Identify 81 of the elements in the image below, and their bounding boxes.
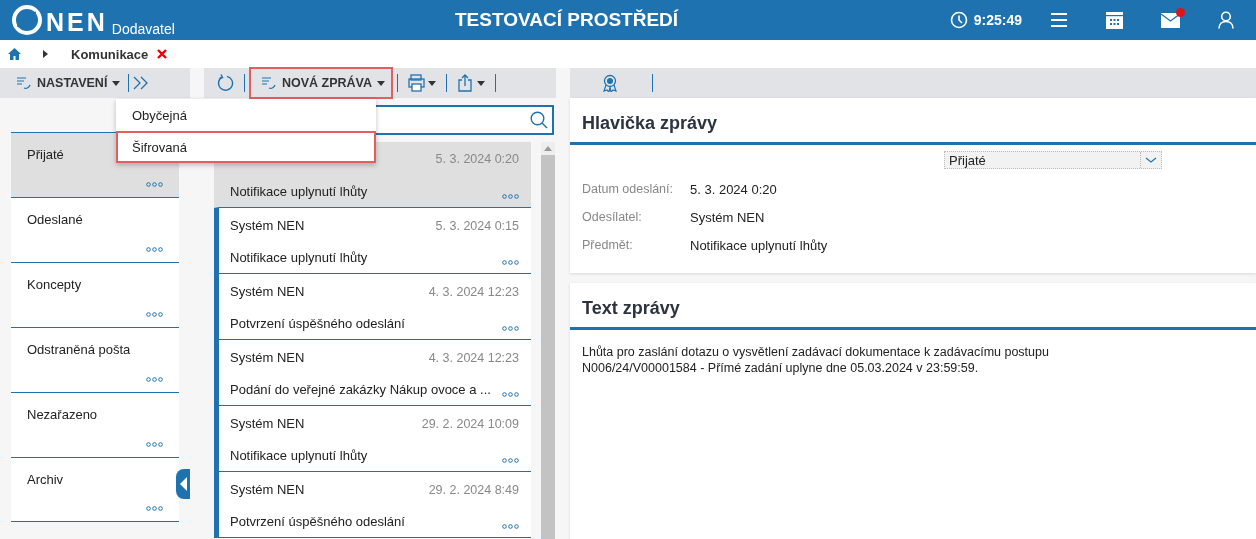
message-date: 5. 3. 2024 0:15	[435, 218, 519, 233]
message-subject: Notifikace uplynutí lhůty	[230, 184, 368, 199]
collapse-handle[interactable]	[176, 469, 190, 499]
more-icon[interactable]	[146, 377, 163, 382]
logo-icon	[12, 5, 42, 35]
folder-item[interactable]: Odeslané	[11, 197, 179, 262]
message-subject: Potvrzení úspěšného odeslání	[230, 316, 405, 331]
section-title: Text zprávy	[570, 283, 1256, 330]
logo-subtitle: Dodavatel	[111, 21, 175, 37]
more-icon[interactable]	[502, 524, 519, 529]
message-sender: Systém NEN	[230, 284, 305, 299]
search-icon[interactable]	[530, 111, 548, 129]
more-icon[interactable]	[146, 312, 163, 317]
message-item[interactable]: Systém NEN 29. 2. 2024 8:49 Potvrzení úspěšného odeslání	[214, 472, 531, 538]
section-title: Hlavička zprávy	[570, 98, 1256, 145]
refresh-icon[interactable]	[216, 74, 234, 92]
message-subject: Potvrzení úspěšného odeslání	[230, 514, 405, 529]
field-value: Systém NEN	[690, 209, 765, 225]
message-item[interactable]: Systém NEN 4. 3. 2024 12:23 Potvrzení úspěšného odeslání	[214, 274, 531, 340]
clock-icon	[949, 11, 968, 29]
close-icon[interactable]	[157, 49, 168, 59]
more-icon[interactable]	[502, 194, 519, 199]
field-label: Odesílatel:	[582, 210, 643, 224]
folder-item[interactable]: Koncepty	[11, 262, 179, 327]
message-body: Lhůta pro zaslání dotazu o vysvětlení zadávací dokumentace k zadávacímu postupu N006/24/V00001584 - Přímé zadání uplyne dne 05.03.2024 v 23:59:59.	[581, 344, 1050, 377]
more-icon[interactable]	[146, 182, 163, 187]
home-icon[interactable]	[8, 48, 21, 60]
scrollbar[interactable]	[541, 142, 555, 539]
message-date: 4. 3. 2024 12:23	[428, 284, 519, 299]
field-label: Datum odeslání:	[582, 182, 675, 196]
folder-item[interactable]: Nezařazeno	[11, 392, 179, 457]
more-icon[interactable]	[502, 260, 519, 265]
message-sender: Systém NEN	[230, 350, 305, 365]
message-item[interactable]: Systém NEN 29. 2. 2024 10:09 Notifikace uplynutí lhůty	[214, 406, 531, 472]
more-icon[interactable]	[502, 392, 519, 397]
scroll-up-icon[interactable]	[544, 146, 552, 151]
more-icon[interactable]	[502, 326, 519, 331]
message-sender: Systém NEN	[230, 482, 305, 497]
logo-text: NEN	[46, 7, 108, 37]
message-sender: Systém NEN	[230, 416, 305, 431]
more-icon[interactable]	[146, 442, 163, 447]
breadcrumb-item[interactable]: Komunikace	[71, 46, 149, 62]
expand-icon[interactable]	[133, 76, 150, 90]
mail-icon[interactable]	[1161, 12, 1180, 28]
folder-label: Nezařazeno	[27, 407, 99, 422]
folder-label: Přijaté	[27, 147, 65, 162]
message-date: 4. 3. 2024 12:23	[428, 350, 519, 365]
more-icon[interactable]	[146, 247, 163, 252]
message-date: 5. 3. 2024 0:20	[435, 152, 519, 166]
folder-label: Odstraněná pošta	[27, 342, 132, 357]
environment-title: TESTOVACÍ PROSTŘEDÍ	[454, 9, 680, 31]
field-value: Notifikace uplynutí lhůty	[690, 237, 828, 253]
message-date: 29. 2. 2024 10:09	[421, 416, 519, 431]
award-icon[interactable]	[602, 74, 618, 92]
sort-icon	[261, 76, 277, 90]
caret-icon	[377, 80, 386, 86]
more-icon[interactable]	[146, 506, 163, 511]
message-subject: Notifikace uplynutí lhůty	[230, 448, 368, 463]
message-sender: Systém NEN	[230, 218, 305, 233]
message-item[interactable]: Systém NEN 4. 3. 2024 12:23 Podání do veřejné zakázky Nákup ovoce a ...	[214, 340, 531, 406]
message-subject: Notifikace uplynutí lhůty	[230, 250, 368, 265]
folder-select[interactable]: Přijaté	[944, 151, 1162, 169]
caret-icon	[43, 50, 48, 58]
user-icon[interactable]	[1218, 11, 1234, 29]
folder-item[interactable]: Odstraněná pošta	[11, 327, 179, 392]
menu-item[interactable]: Obyčejná	[116, 99, 376, 131]
folder-label: Archiv	[27, 472, 65, 487]
folder-item[interactable]: Archiv	[11, 457, 179, 522]
field-value: 5. 3. 2024 0:20	[690, 181, 777, 197]
calendar-icon[interactable]	[1106, 11, 1123, 29]
message-subject: Podání do veřejné zakázky Nákup ovoce a ...	[230, 382, 491, 397]
folder-label: Odeslané	[27, 212, 84, 227]
folder-label: Koncepty	[27, 277, 83, 292]
field-label: Předmět:	[582, 238, 634, 252]
caret-icon	[112, 80, 121, 86]
message-item[interactable]: Systém NEN 5. 3. 2024 0:15 Notifikace uplynutí lhůty	[214, 208, 531, 274]
message-date: 29. 2. 2024 8:49	[428, 482, 519, 497]
more-icon[interactable]	[502, 458, 519, 463]
sort-icon	[16, 76, 32, 90]
clock-time: 9:25:49	[973, 12, 1022, 28]
menu-icon[interactable]	[1050, 12, 1068, 28]
